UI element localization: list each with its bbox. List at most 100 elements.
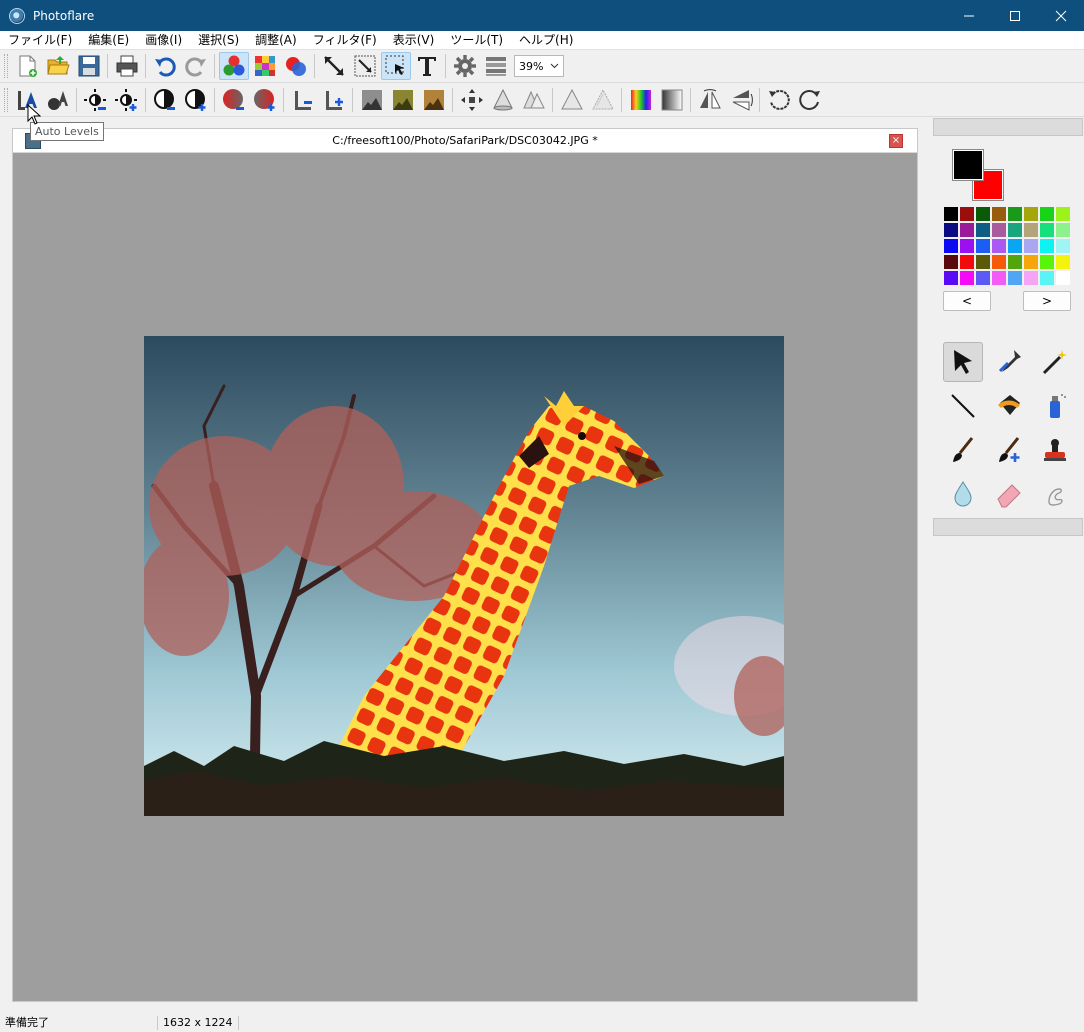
palette-swatch[interactable] <box>943 222 959 238</box>
palette-swatch[interactable] <box>959 206 975 222</box>
menu-image[interactable]: 画像(I) <box>137 31 190 50</box>
palette-swatch[interactable] <box>959 238 975 254</box>
palette-swatch[interactable] <box>1039 238 1055 254</box>
print-button[interactable] <box>112 52 142 80</box>
palette-swatch[interactable] <box>943 238 959 254</box>
palette-swatch[interactable] <box>943 206 959 222</box>
menu-file[interactable]: ファイル(F) <box>0 31 80 50</box>
palette-swatch[interactable] <box>1023 238 1039 254</box>
palette-panel-header[interactable] <box>933 118 1083 136</box>
tool-panel-footer[interactable] <box>933 518 1083 536</box>
palette-prev-button[interactable]: < <box>943 291 991 311</box>
flip-horizontal-button[interactable] <box>695 86 725 114</box>
foreground-color-swatch[interactable] <box>952 149 984 181</box>
new-file-button[interactable] <box>12 52 42 80</box>
settings-button[interactable] <box>450 52 480 80</box>
zoom-select[interactable]: 39% <box>514 55 564 77</box>
explode-button[interactable] <box>457 86 487 114</box>
palette-swatch[interactable] <box>1039 222 1055 238</box>
auto-contrast-button[interactable] <box>43 86 73 114</box>
menu-adjust[interactable]: 調整(A) <box>247 31 305 50</box>
palette-swatch[interactable] <box>1023 222 1039 238</box>
palette-swatch[interactable] <box>1007 206 1023 222</box>
minimize-button[interactable] <box>946 0 992 31</box>
redo-button[interactable] <box>181 52 211 80</box>
menu-view[interactable]: 表示(V) <box>385 31 443 50</box>
saturation-down-button[interactable] <box>219 86 249 114</box>
batch-button[interactable] <box>481 52 511 80</box>
brush-tool[interactable] <box>943 430 983 470</box>
color-picker-tool[interactable] <box>989 342 1029 382</box>
palette-swatch[interactable] <box>991 270 1007 286</box>
red-eye-button[interactable] <box>281 52 311 80</box>
sepia-button[interactable] <box>419 86 449 114</box>
palette-swatch[interactable] <box>1007 270 1023 286</box>
palette-next-button[interactable]: > <box>1023 291 1071 311</box>
palette-swatch[interactable] <box>1055 238 1071 254</box>
palette-swatch[interactable] <box>1055 254 1071 270</box>
gradient-map-button[interactable] <box>626 86 656 114</box>
gradient-button[interactable] <box>657 86 687 114</box>
eraser-tool[interactable] <box>989 474 1029 514</box>
palette-swatch[interactable] <box>975 270 991 286</box>
line-tool[interactable] <box>943 386 983 426</box>
text-tool-button[interactable] <box>412 52 442 80</box>
mosaic-button[interactable] <box>250 52 280 80</box>
palette-swatch[interactable] <box>1023 270 1039 286</box>
palette-swatch[interactable] <box>1055 270 1071 286</box>
pointer-tool[interactable] <box>943 342 983 382</box>
palette-swatch[interactable] <box>1007 254 1023 270</box>
palette-swatch[interactable] <box>1055 206 1071 222</box>
palette-swatch[interactable] <box>1023 254 1039 270</box>
palette-swatch[interactable] <box>991 254 1007 270</box>
menu-filter[interactable]: フィルタ(F) <box>305 31 385 50</box>
brightness-up-button[interactable] <box>112 86 142 114</box>
rotate-cw-button[interactable] <box>795 86 825 114</box>
resize-image-button[interactable] <box>319 52 349 80</box>
palette-swatch[interactable] <box>1055 222 1071 238</box>
palette-swatch[interactable] <box>1023 206 1039 222</box>
menu-edit[interactable]: 編集(E) <box>80 31 137 50</box>
menu-tools[interactable]: ツール(T) <box>442 31 511 50</box>
palette-swatch[interactable] <box>975 206 991 222</box>
menu-select[interactable]: 選択(S) <box>190 31 247 50</box>
blur-button[interactable] <box>588 86 618 114</box>
open-file-button[interactable] <box>43 52 73 80</box>
palette-swatch[interactable] <box>1039 206 1055 222</box>
menu-help[interactable]: ヘルプ(H) <box>511 31 581 50</box>
contrast-up-button[interactable] <box>181 86 211 114</box>
paint-bucket-tool[interactable] <box>989 386 1029 426</box>
close-button[interactable] <box>1038 0 1084 31</box>
palette-swatch[interactable] <box>959 222 975 238</box>
palette-swatch[interactable] <box>975 254 991 270</box>
brightness-down-button[interactable] <box>81 86 111 114</box>
stamp-tool[interactable] <box>1035 430 1075 470</box>
palette-swatch[interactable] <box>991 238 1007 254</box>
palette-swatch[interactable] <box>1039 270 1055 286</box>
undo-button[interactable] <box>150 52 180 80</box>
color-mode-button[interactable] <box>218 52 249 80</box>
saturation-up-button[interactable] <box>250 86 280 114</box>
palette-swatch[interactable] <box>975 238 991 254</box>
grayscale-button[interactable] <box>357 86 387 114</box>
document-close-button[interactable]: × <box>889 134 903 148</box>
palette-swatch[interactable] <box>943 270 959 286</box>
contrast-down-button[interactable] <box>150 86 180 114</box>
blur-tool[interactable] <box>943 474 983 514</box>
resize-canvas-button[interactable] <box>350 52 380 80</box>
toolbar-grip[interactable] <box>4 54 8 78</box>
palette-swatch[interactable] <box>959 254 975 270</box>
brush-plus-tool[interactable] <box>989 430 1029 470</box>
oil-paint-button[interactable] <box>388 86 418 114</box>
rotate-ccw-button[interactable] <box>764 86 794 114</box>
gamma-up-button[interactable] <box>319 86 349 114</box>
palette-swatch[interactable] <box>991 206 1007 222</box>
magic-wand-tool[interactable] <box>1035 342 1075 382</box>
maximize-button[interactable] <box>992 0 1038 31</box>
palette-swatch[interactable] <box>943 254 959 270</box>
implode-button[interactable] <box>488 86 518 114</box>
palette-swatch[interactable] <box>1007 238 1023 254</box>
select-tool-button[interactable] <box>380 52 411 80</box>
flip-vertical-button[interactable] <box>726 86 756 114</box>
palette-swatch[interactable] <box>1007 222 1023 238</box>
